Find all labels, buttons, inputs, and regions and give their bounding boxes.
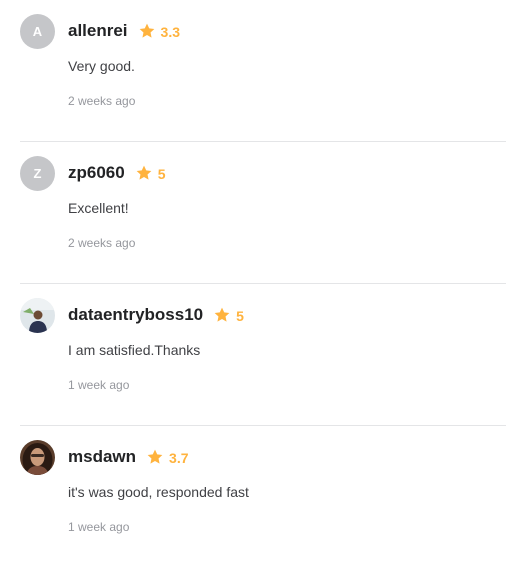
username[interactable]: dataentryboss10: [68, 305, 203, 325]
username[interactable]: zp6060: [68, 163, 125, 183]
review-time: 2 weeks ago: [68, 94, 136, 108]
avatar-initial: A: [32, 24, 43, 39]
star-icon: [214, 307, 230, 322]
rating-value: 5: [157, 166, 166, 182]
review-text: I am satisfied.Thanks: [68, 342, 201, 358]
reviews-list: A allenrei 3.3 Very good. 2 weeks ago Z …: [0, 0, 522, 568]
avatar[interactable]: [20, 440, 55, 475]
avatar[interactable]: [20, 298, 55, 333]
review-header: msdawn 3.7: [68, 446, 189, 468]
review-item: A allenrei 3.3 Very good. 2 weeks ago: [0, 0, 522, 142]
rating-value: 5: [236, 308, 244, 324]
avatar[interactable]: Z: [20, 156, 55, 191]
review-header: zp6060 5: [68, 162, 166, 184]
review-header: dataentryboss10 5: [68, 304, 244, 326]
review-time: 2 weeks ago: [68, 236, 136, 250]
review-text: Excellent!: [68, 200, 129, 216]
username[interactable]: allenrei: [68, 21, 128, 41]
star-icon: [147, 449, 163, 464]
review-item: msdawn 3.7 it's was good, responded fast…: [0, 426, 522, 568]
star-icon: [139, 23, 154, 38]
avatar[interactable]: A: [20, 14, 55, 49]
avatar-photo: [20, 298, 55, 333]
rating-value: 3.3: [160, 24, 181, 40]
avatar-initial: Z: [33, 166, 42, 181]
review-text: it's was good, responded fast: [68, 484, 249, 500]
review-text: Very good.: [68, 58, 135, 74]
review-item: dataentryboss10 5 I am satisfied.Thanks …: [0, 284, 522, 426]
review-item: Z zp6060 5 Excellent! 2 weeks ago: [0, 142, 522, 284]
username[interactable]: msdawn: [68, 447, 136, 467]
review-time: 1 week ago: [68, 378, 130, 392]
rating-value: 3.7: [169, 450, 189, 466]
star-icon: [136, 165, 152, 180]
review-time: 1 week ago: [68, 520, 130, 534]
review-header: allenrei 3.3: [68, 20, 180, 42]
avatar-photo: [20, 440, 55, 475]
